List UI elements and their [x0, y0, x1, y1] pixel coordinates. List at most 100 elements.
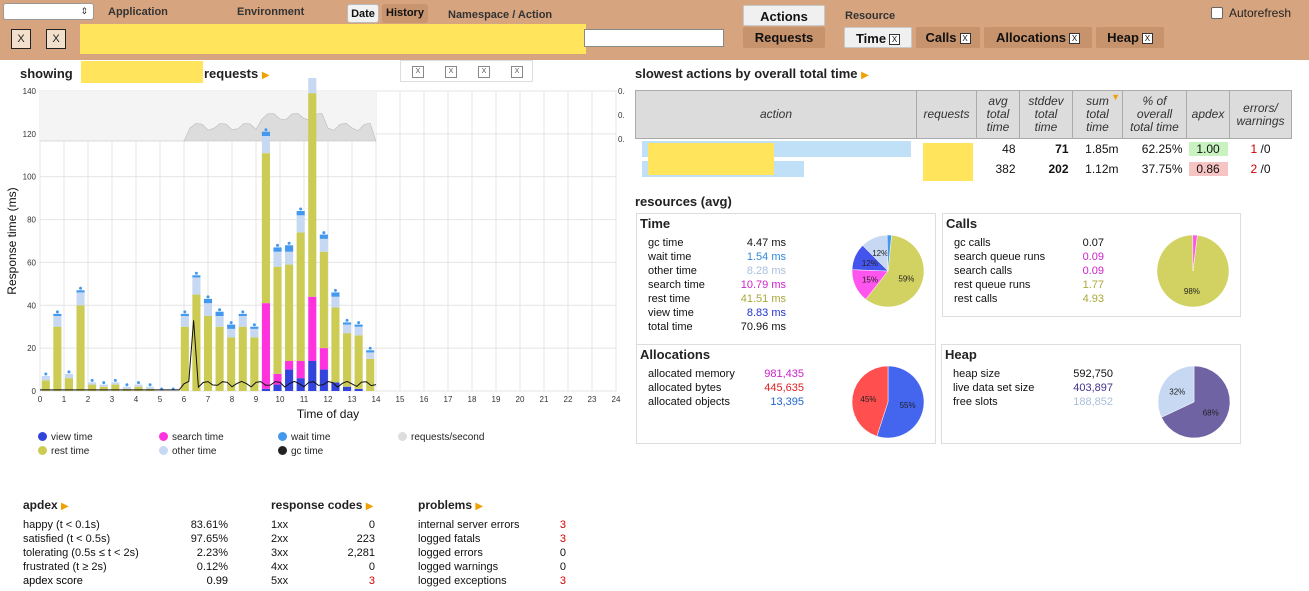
bar-wait-time — [238, 313, 247, 316]
bar-rest-time — [308, 93, 317, 297]
legend-rest-time[interactable]: rest time — [38, 446, 89, 457]
column-sum-total-time[interactable]: ▼ sum total time — [1072, 90, 1123, 139]
close-icon[interactable]: X — [889, 34, 901, 45]
x-tick-label: 10 — [276, 395, 285, 404]
resource-value: 445,635 — [764, 382, 804, 394]
requests-button[interactable]: Requests — [743, 27, 825, 48]
x-tick-label: 22 — [564, 395, 573, 404]
legend-gc-time[interactable]: gc time — [278, 446, 323, 457]
allocations-panel: Allocations allocated memory 981,435 alloc… — [636, 344, 936, 444]
resource-key: search queue runs — [954, 251, 1046, 263]
legend-view-time[interactable]: view time — [38, 432, 93, 443]
pie-label: 59% — [898, 274, 914, 283]
x-tick-label: 19 — [492, 395, 501, 404]
resource-key: other time — [648, 265, 697, 277]
x-axis-label: Time of day — [297, 407, 359, 421]
column-requests[interactable]: requests — [916, 90, 977, 139]
autorefresh-toggle[interactable]: Autorefresh — [1211, 6, 1291, 20]
bar-rest-time — [319, 251, 328, 349]
legend-wait-time[interactable]: wait time — [278, 432, 330, 443]
bar-wait-time — [296, 211, 305, 216]
bar-wait-time — [273, 247, 282, 252]
date-button[interactable]: Date — [347, 4, 379, 23]
zoom-icon[interactable]: X — [511, 66, 523, 78]
bar-wait-time — [203, 298, 213, 304]
bar-search-time — [319, 348, 328, 370]
calls-panel: Calls gc calls 0.07 search queue runs 0.09 s… — [942, 213, 1241, 317]
stat-row: satisfied (t < 0.5s) 97.65% — [23, 533, 228, 545]
x-tick-label: 17 — [444, 395, 453, 404]
legend-requests-per-second[interactable]: requests/second — [398, 432, 484, 443]
column-errors-warnings[interactable]: errors/ warnings — [1229, 90, 1292, 139]
bar-other-time — [122, 386, 131, 389]
stat-row: happy (t < 0.1s) 83.61% — [23, 519, 228, 531]
autorefresh-checkbox[interactable] — [1211, 7, 1223, 19]
resource-tab-heap[interactable]: Heap X — [1096, 27, 1164, 48]
bar-other-time — [238, 316, 247, 327]
wait-point — [322, 231, 326, 235]
bar-wait-time — [192, 275, 201, 278]
stat-row: logged warnings 0 — [418, 561, 566, 573]
column-avg-total-time[interactable]: avg total time — [976, 90, 1020, 139]
resource-tab-time[interactable]: Time X — [844, 27, 912, 48]
zoom-icon[interactable]: X — [478, 66, 490, 78]
y-axis-label: Response time (ms) — [5, 187, 19, 294]
column-pct-overall[interactable]: % of overall total time — [1122, 90, 1187, 139]
resource-key: allocated memory — [648, 368, 735, 380]
clear-application-icon[interactable]: X — [11, 29, 31, 49]
problems-title[interactable]: problems ▶ — [418, 498, 566, 512]
zoom-icon[interactable]: X — [445, 66, 457, 78]
pie-label: 32% — [1169, 387, 1185, 396]
x-tick-label: 3 — [110, 395, 115, 404]
apdex-block: apdex ▶ happy (t < 0.1s) 83.61% satisfied… — [23, 498, 228, 588]
wait-point — [183, 310, 187, 314]
bar-rest-time — [53, 326, 62, 391]
bar-other-time — [342, 324, 352, 334]
bar-rest-time — [76, 305, 85, 391]
resource-value: 13,395 — [770, 396, 804, 408]
application-select[interactable]: ⇕ — [3, 3, 94, 20]
wait-point — [194, 271, 198, 275]
x-tick-label: 14 — [372, 395, 381, 404]
resource-tab-allocations[interactable]: Allocations X — [984, 27, 1092, 48]
column-stddev-total-time[interactable]: stddev total time — [1019, 90, 1073, 139]
column-action[interactable]: action — [635, 90, 917, 139]
slowest-actions-title[interactable]: slowest actions by overall total time ▶ — [635, 66, 869, 81]
resource-key: rest queue runs — [954, 279, 1031, 291]
legend-search-time[interactable]: search time — [159, 432, 224, 443]
bar-rest-time — [366, 358, 375, 391]
y-tick-label: 60 — [27, 258, 36, 267]
actions-button[interactable]: Actions — [743, 5, 825, 26]
response-codes-title[interactable]: response codes ▶ — [271, 498, 375, 512]
wait-point — [345, 318, 349, 322]
bar-rest-time — [354, 335, 363, 389]
expand-triangle-icon: ▶ — [475, 501, 484, 512]
column-apdex[interactable]: apdex — [1186, 90, 1230, 139]
resource-value: 10.79 ms — [740, 279, 786, 291]
bar-wait-time — [227, 324, 236, 329]
x-tick-label: 11 — [300, 395, 309, 404]
legend-other-time[interactable]: other time — [159, 446, 216, 457]
bar-other-time — [331, 296, 340, 308]
clear-environment-icon[interactable]: X — [46, 29, 66, 49]
x-tick-label: 24 — [612, 395, 621, 404]
resource-tab-calls[interactable]: Calls X — [916, 27, 980, 48]
history-button[interactable]: History — [382, 4, 428, 23]
wait-point — [55, 310, 59, 314]
close-icon[interactable]: X — [1141, 33, 1153, 44]
wait-point — [229, 321, 233, 325]
redacted-requests — [922, 143, 973, 181]
bar-rest-time — [192, 294, 201, 391]
close-icon[interactable]: X — [959, 33, 971, 44]
pie-label: 98% — [1184, 287, 1200, 296]
zoom-icon[interactable]: X — [412, 66, 424, 78]
expand-triangle-icon: ▶ — [365, 501, 374, 512]
x-tick-label: 21 — [540, 395, 549, 404]
namespace-action-input[interactable] — [584, 29, 724, 47]
close-icon[interactable]: X — [1069, 33, 1081, 44]
apdex-title[interactable]: apdex ▶ — [23, 498, 228, 512]
bar-wait-time — [215, 311, 224, 316]
x-tick-label: 13 — [348, 395, 357, 404]
bar-wait-time — [319, 234, 328, 239]
table-row[interactable]: 48 71 1.85m 62.25% 1.00 1 /0 — [636, 139, 1292, 181]
